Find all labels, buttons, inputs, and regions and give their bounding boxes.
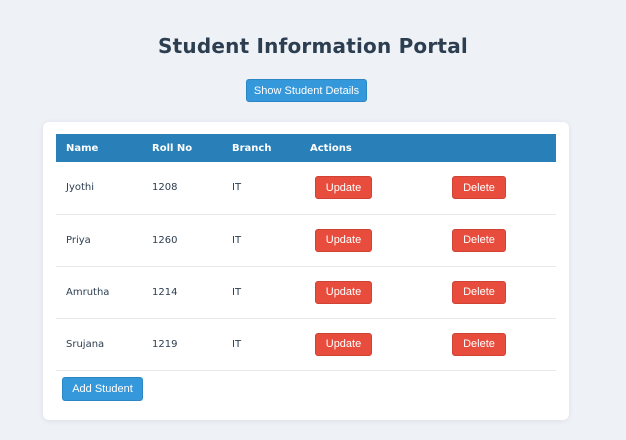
cell-name: Jyothi	[66, 182, 95, 194]
show-student-details-button[interactable]: Show Student Details	[246, 79, 367, 102]
update-button[interactable]: Update	[315, 280, 372, 304]
cell-roll-no: 1260	[152, 234, 178, 246]
table-row: Priya 1260 IT Update Delete	[56, 214, 556, 266]
header-branch: Branch	[232, 142, 272, 154]
header-name: Name	[66, 142, 99, 154]
student-table: Name Roll No Branch Actions Jyothi 1208 …	[56, 134, 556, 371]
cell-branch: IT	[232, 182, 242, 194]
cell-roll-no: 1214	[152, 286, 178, 298]
cell-branch: IT	[232, 286, 242, 298]
cell-roll-no: 1208	[152, 182, 178, 194]
delete-button[interactable]: Delete	[452, 280, 506, 304]
add-student-button[interactable]: Add Student	[62, 377, 143, 401]
update-button[interactable]: Update	[315, 228, 372, 252]
cell-name: Priya	[66, 234, 91, 246]
update-button[interactable]: Update	[315, 176, 372, 200]
table-row: Srujana 1219 IT Update Delete	[56, 318, 556, 370]
student-table-card: Name Roll No Branch Actions Jyothi 1208 …	[43, 122, 569, 420]
table-row: Jyothi 1208 IT Update Delete	[56, 162, 556, 214]
table-header-row: Name Roll No Branch Actions	[56, 134, 556, 162]
cell-roll-no: 1219	[152, 338, 178, 350]
delete-button[interactable]: Delete	[452, 332, 506, 356]
page: Student Information Portal Show Student …	[0, 0, 626, 440]
update-button[interactable]: Update	[315, 332, 372, 356]
cell-name: Srujana	[66, 338, 105, 350]
delete-button[interactable]: Delete	[452, 228, 506, 252]
header-actions-extra	[430, 134, 556, 162]
cell-branch: IT	[232, 338, 242, 350]
delete-button[interactable]: Delete	[452, 176, 506, 200]
cell-name: Amrutha	[66, 286, 110, 298]
table-row: Amrutha 1214 IT Update Delete	[56, 266, 556, 318]
cell-branch: IT	[232, 234, 242, 246]
header-actions: Actions	[310, 142, 352, 154]
page-title: Student Information Portal	[158, 34, 468, 58]
header-roll-no: Roll No	[152, 142, 193, 154]
